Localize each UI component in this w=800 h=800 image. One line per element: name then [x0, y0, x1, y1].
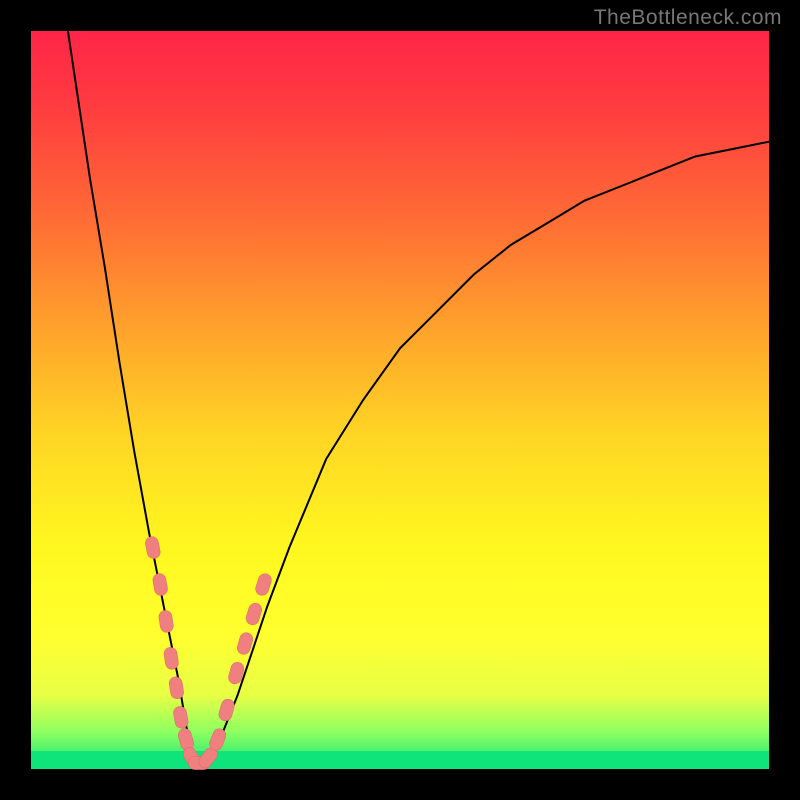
optimum-bead: [217, 698, 235, 723]
plot-area: [31, 31, 769, 769]
optimum-bead: [254, 572, 273, 597]
optimum-bead: [158, 610, 174, 634]
optimum-bead: [244, 602, 263, 627]
watermark-label: TheBottleneck.com: [594, 6, 782, 30]
optimum-bead: [144, 536, 161, 560]
optimum-bead: [168, 676, 184, 700]
bottleneck-curve-svg: [31, 31, 769, 769]
chart-frame: TheBottleneck.com: [0, 0, 800, 800]
optimum-bead: [152, 573, 169, 597]
optimum-bead: [172, 705, 189, 729]
optimum-beads-group: [144, 536, 273, 771]
optimum-bead: [163, 646, 179, 670]
